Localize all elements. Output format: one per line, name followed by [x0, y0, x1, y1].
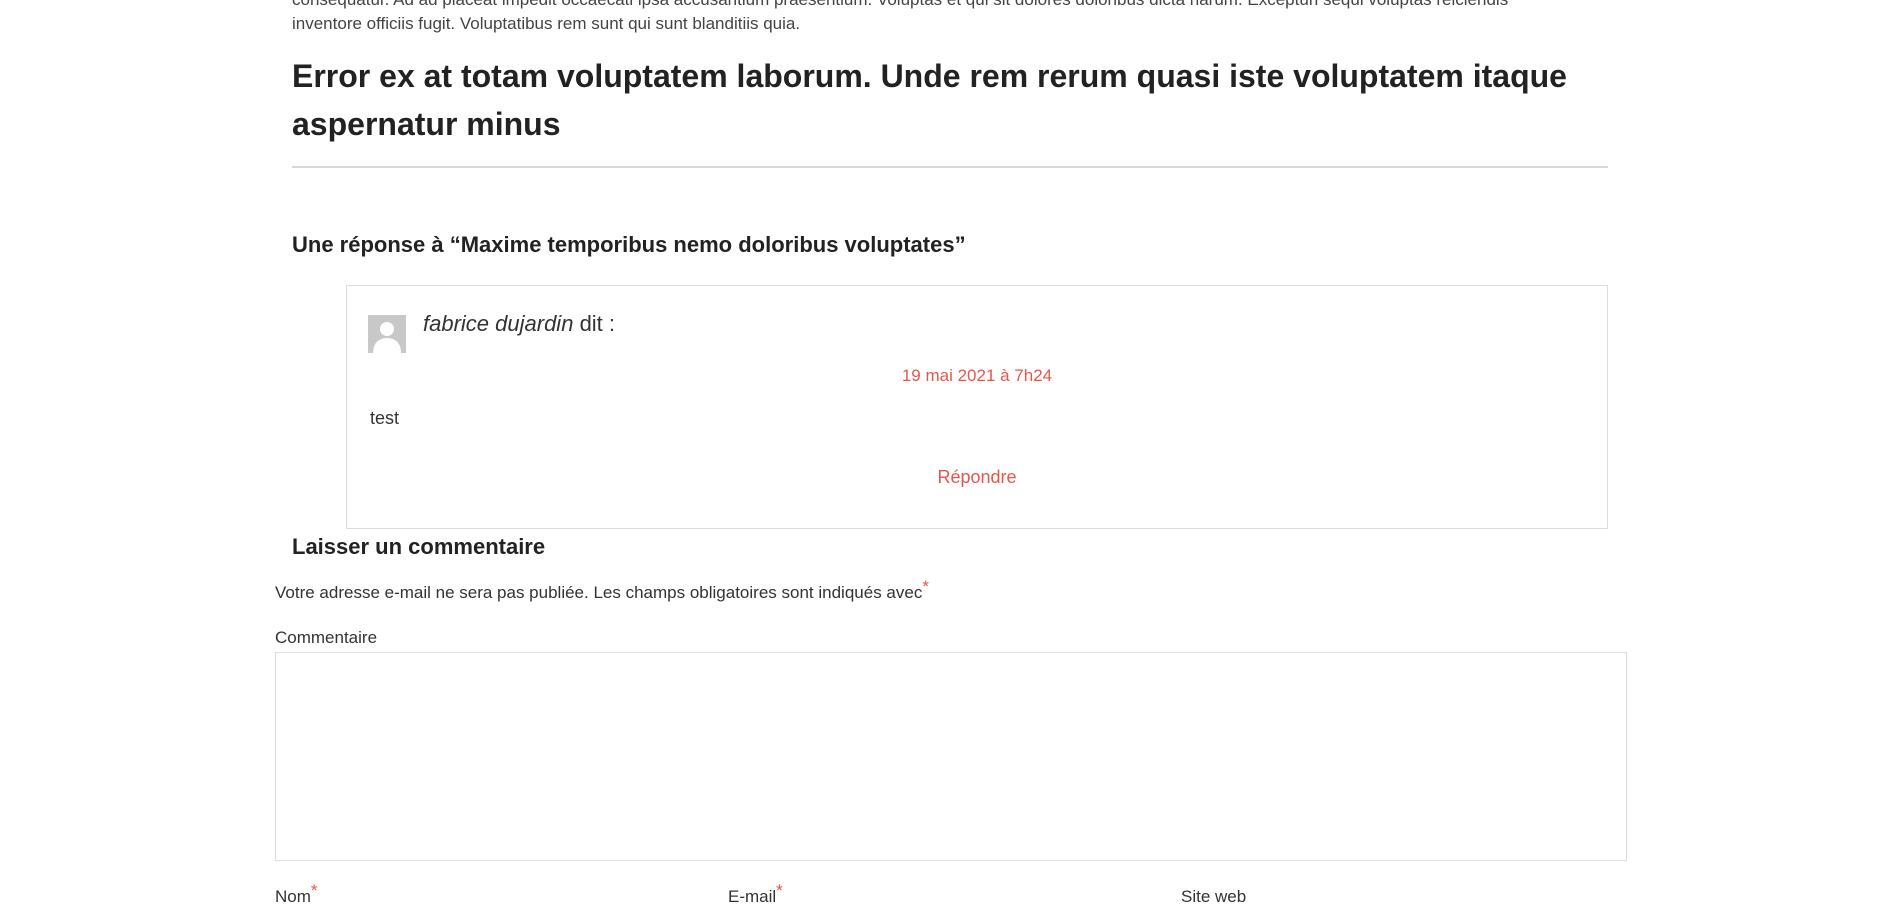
comment-says: dit :: [579, 311, 616, 336]
article-intro: consequatur. Ad ad placeat impedit occae…: [292, 0, 1610, 36]
comment-date-link[interactable]: 19 mai 2021 à 7h24: [346, 364, 1608, 388]
comment-textarea[interactable]: [275, 652, 1627, 861]
name-label: Nom*: [275, 881, 318, 909]
intro-line: consequatur. Ad ad placeat impedit occae…: [292, 0, 1610, 12]
article-heading: Error ex at totam voluptatem laborum. Un…: [292, 58, 1567, 142]
comment-notes-text: Votre adresse e-mail ne sera pas publiée…: [275, 583, 923, 602]
avatar: [368, 315, 406, 353]
comment-author-name: fabrice dujardin: [423, 311, 574, 336]
required-mark: *: [776, 881, 783, 900]
leave-comment-title: Laisser un commentaire: [292, 534, 546, 559]
comment-text: test: [370, 408, 400, 428]
comment-author-line: fabrice dujardin dit :: [423, 310, 615, 338]
intro-line: inventore officiis fugit. Voluptatibus r…: [292, 14, 801, 33]
email-label-text: E-mail: [728, 887, 777, 906]
name-label-text: Nom: [275, 887, 311, 906]
reply-link[interactable]: Répondre: [346, 465, 1608, 489]
comment-label: Commentaire: [275, 628, 378, 647]
required-mark: *: [922, 577, 929, 596]
website-label: Site web: [1181, 887, 1247, 906]
user-silhouette-icon: [368, 315, 406, 353]
divider: [292, 166, 1608, 168]
comments-title: Une réponse à “Maxime temporibus nemo do…: [292, 232, 966, 257]
required-mark: *: [310, 881, 318, 900]
comment-notes: Votre adresse e-mail ne sera pas publiée…: [275, 577, 929, 605]
email-label: E-mail*: [728, 881, 783, 909]
